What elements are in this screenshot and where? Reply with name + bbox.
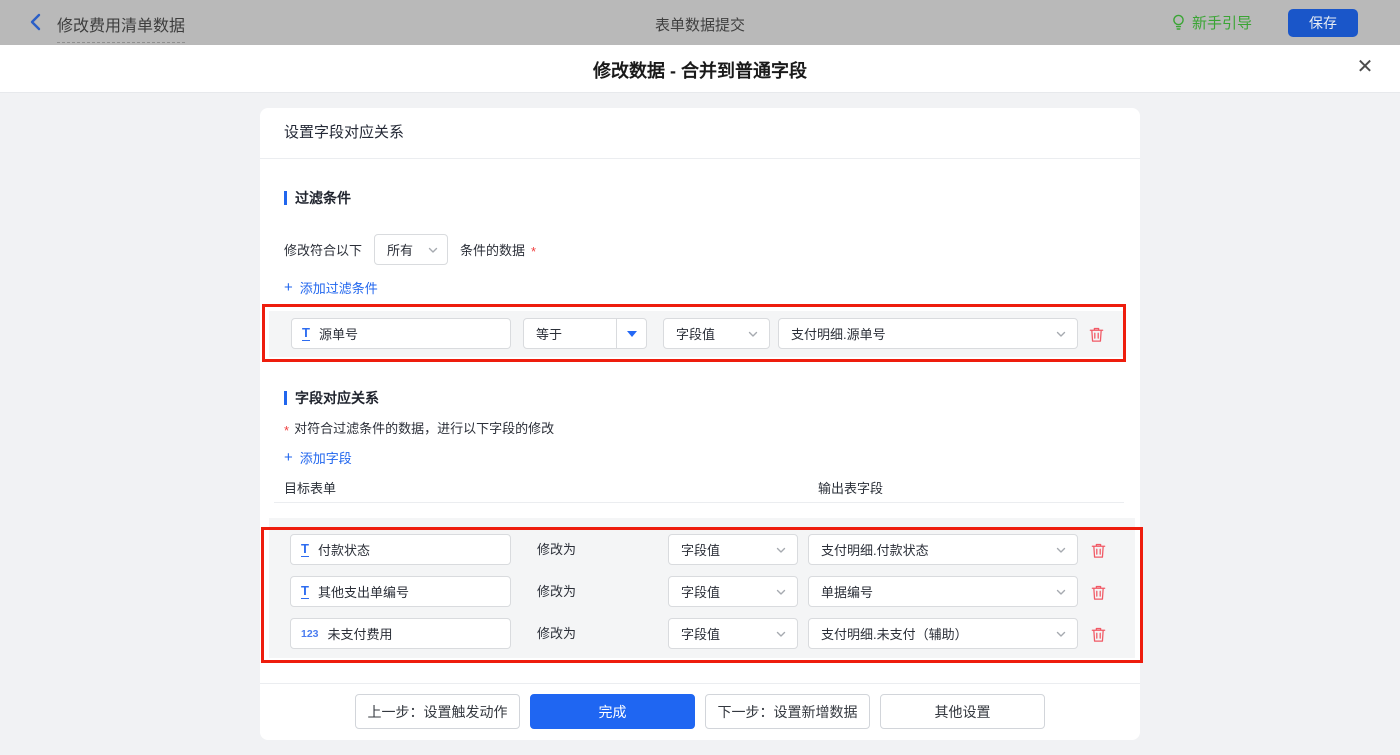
modify-to-label: 修改为 bbox=[537, 618, 597, 649]
section-bar bbox=[284, 391, 287, 405]
prev-step-button[interactable]: 上一步：设置触发动作 bbox=[355, 694, 520, 729]
section-bar bbox=[284, 191, 287, 205]
value-type-select[interactable]: 字段值 bbox=[668, 576, 798, 607]
mapping-description: *对符合过滤条件的数据，进行以下字段的修改 bbox=[284, 418, 554, 437]
target-field-input[interactable]: 123 未支付费用 bbox=[290, 618, 511, 649]
add-field-link[interactable]: + 添加字段 bbox=[284, 448, 352, 467]
required-asterisk: * bbox=[284, 423, 289, 438]
beginner-guide-link[interactable]: 新手引导 bbox=[1171, 12, 1252, 33]
chevron-down-icon bbox=[427, 244, 439, 256]
trash-icon[interactable] bbox=[1090, 625, 1108, 643]
divider bbox=[260, 158, 1140, 159]
target-field-input[interactable]: T 付款状态 bbox=[290, 534, 511, 565]
column-header-target-form: 目标表单 bbox=[284, 478, 336, 497]
topbar: 修改费用清单数据 表单数据提交 新手引导 保存 bbox=[0, 0, 1400, 45]
chevron-down-icon bbox=[775, 586, 787, 598]
plus-icon: + bbox=[284, 279, 293, 296]
text-field-icon: T bbox=[301, 584, 309, 599]
dialog-footer: 上一步：设置触发动作 完成 下一步：设置新增数据 其他设置 bbox=[260, 694, 1140, 729]
condition-match-row: 修改符合以下 所有 条件的数据 * bbox=[284, 234, 536, 265]
output-field-select[interactable]: 支付明细.付款状态 bbox=[808, 534, 1078, 565]
value-type-select[interactable]: 字段值 bbox=[668, 534, 798, 565]
card-title: 设置字段对应关系 bbox=[284, 121, 404, 142]
filter-section-title: 过滤条件 bbox=[284, 188, 351, 208]
chevron-down-icon bbox=[775, 544, 787, 556]
filter-value-select[interactable]: 支付明细.源单号 bbox=[778, 318, 1078, 349]
divider bbox=[260, 683, 1140, 684]
chevron-down-icon bbox=[1055, 328, 1067, 340]
add-filter-condition-link[interactable]: + 添加过滤条件 bbox=[284, 278, 378, 297]
trash-icon[interactable] bbox=[1090, 541, 1108, 559]
other-settings-button[interactable]: 其他设置 bbox=[880, 694, 1045, 729]
chevron-down-icon bbox=[775, 628, 787, 640]
trash-icon[interactable] bbox=[1088, 325, 1106, 343]
operator-select[interactable]: 等于 bbox=[523, 318, 647, 349]
mapping-section-title: 字段对应关系 bbox=[284, 388, 379, 408]
filter-value-type-select[interactable]: 字段值 bbox=[663, 318, 770, 349]
dialog-title: 修改数据 - 合并到普通字段 bbox=[0, 57, 1400, 83]
output-field-select[interactable]: 单据编号 bbox=[808, 576, 1078, 607]
done-button[interactable]: 完成 bbox=[530, 694, 695, 729]
chevron-down-icon bbox=[747, 328, 759, 340]
column-header-output-field: 输出表字段 bbox=[818, 478, 883, 497]
value-type-select[interactable]: 字段值 bbox=[668, 618, 798, 649]
filter-field-input[interactable]: T 源单号 bbox=[291, 318, 511, 349]
caret-down-filled-icon bbox=[627, 331, 637, 337]
target-field-input[interactable]: T 其他支出单编号 bbox=[290, 576, 511, 607]
filter-field-value: 源单号 bbox=[319, 324, 358, 343]
plus-icon: + bbox=[284, 449, 293, 466]
lightbulb-icon bbox=[1171, 14, 1186, 31]
chevron-down-icon bbox=[1055, 586, 1067, 598]
match-mode-select[interactable]: 所有 bbox=[374, 234, 448, 265]
modify-to-label: 修改为 bbox=[537, 576, 597, 607]
match-prefix-label: 修改符合以下 bbox=[284, 240, 362, 259]
divider bbox=[274, 502, 1124, 503]
beginner-guide-label: 新手引导 bbox=[1192, 12, 1252, 33]
modify-to-label: 修改为 bbox=[537, 534, 597, 565]
chevron-down-icon bbox=[1055, 628, 1067, 640]
next-step-button[interactable]: 下一步：设置新增数据 bbox=[705, 694, 870, 729]
operator-caret-button[interactable] bbox=[616, 319, 646, 348]
field-mapping-card: 设置字段对应关系 过滤条件 修改符合以下 所有 条件的数据 * + 添加过滤条件… bbox=[260, 108, 1140, 740]
required-asterisk: * bbox=[531, 244, 536, 259]
close-icon[interactable]: ✕ bbox=[1354, 56, 1376, 78]
save-button[interactable]: 保存 bbox=[1288, 9, 1358, 37]
trash-icon[interactable] bbox=[1090, 583, 1108, 601]
text-field-icon: T bbox=[301, 542, 309, 557]
text-field-icon: T bbox=[302, 326, 310, 341]
output-field-select[interactable]: 支付明细.未支付（辅助） bbox=[808, 618, 1078, 649]
chevron-down-icon bbox=[1055, 544, 1067, 556]
match-suffix-label: 条件的数据 bbox=[460, 240, 525, 259]
dialog-header: 修改数据 - 合并到普通字段 ✕ bbox=[0, 45, 1400, 93]
number-field-icon: 123 bbox=[301, 628, 319, 640]
